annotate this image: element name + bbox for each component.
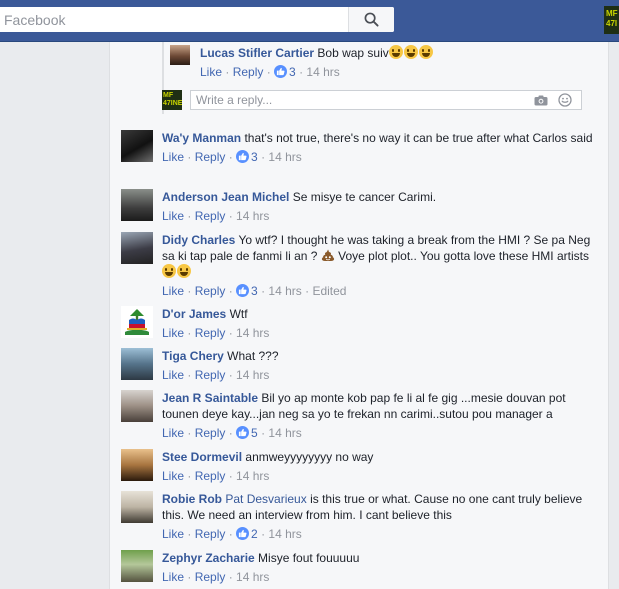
avatar[interactable] xyxy=(121,550,153,582)
timestamp[interactable]: 14 hrs xyxy=(236,570,269,584)
comment-author[interactable]: Stee Dormevil xyxy=(162,450,242,464)
timestamp[interactable]: 14 hrs xyxy=(306,65,339,79)
laughing-emoji-icon xyxy=(403,45,418,59)
reply-link[interactable]: Reply xyxy=(195,527,226,541)
comments-panel: Lucas Stifler Cartier Bob wap suiv Like … xyxy=(109,42,609,589)
avatar[interactable] xyxy=(121,306,153,338)
laughing-emoji-icon xyxy=(418,45,433,59)
reply-link[interactable]: Reply xyxy=(195,570,226,584)
thumbs-up-icon xyxy=(236,527,250,540)
comment-text: Wtf xyxy=(229,307,248,321)
comment-author[interactable]: Didy Charles xyxy=(162,233,235,247)
reply-field[interactable] xyxy=(190,90,582,110)
comment-text-continued: Voye plot plot.. You gotta love these HM… xyxy=(338,249,589,263)
timestamp[interactable]: 14 hrs xyxy=(268,284,301,298)
comment-text: that's not true, there's no way it can b… xyxy=(244,131,593,145)
reaction-count[interactable]: 3 xyxy=(274,65,296,79)
avatar[interactable] xyxy=(170,45,190,65)
comment-text: Se misye te cancer Carimi. xyxy=(292,190,437,204)
like-link[interactable]: Like xyxy=(162,326,184,340)
comment-author[interactable]: D'or James xyxy=(162,307,226,321)
comment-author[interactable]: Wa'y Manman xyxy=(162,131,241,145)
reply-link[interactable]: Reply xyxy=(195,209,226,223)
profile-avatar[interactable]: MF 47I xyxy=(604,6,619,34)
comment-author[interactable]: Tiga Chery xyxy=(162,349,224,363)
reaction-count[interactable]: 3 xyxy=(236,150,258,164)
reply-link[interactable]: Reply xyxy=(195,326,226,340)
thumbs-up-icon xyxy=(236,426,250,439)
reaction-count[interactable]: 5 xyxy=(236,426,258,440)
reply-link[interactable]: Reply xyxy=(195,469,226,483)
search-input[interactable] xyxy=(0,7,348,32)
reply-link[interactable]: Reply xyxy=(195,368,226,382)
timestamp[interactable]: 14 hrs xyxy=(268,426,301,440)
search-button[interactable] xyxy=(348,7,394,32)
like-link[interactable]: Like xyxy=(162,570,184,584)
mention-link[interactable]: Pat Desvarieux xyxy=(225,492,306,506)
like-link[interactable]: Like xyxy=(162,426,184,440)
avatar[interactable] xyxy=(121,491,153,523)
timestamp[interactable]: 14 hrs xyxy=(268,527,301,541)
timestamp[interactable]: 14 hrs xyxy=(236,209,269,223)
avatar[interactable] xyxy=(121,348,153,380)
reply-link[interactable]: Reply xyxy=(195,426,226,440)
search-bar xyxy=(0,7,394,32)
avatar[interactable] xyxy=(121,189,153,221)
top-bar: MF 47I xyxy=(0,0,619,42)
reaction-count[interactable]: 2 xyxy=(236,527,258,541)
avatar[interactable] xyxy=(121,390,153,422)
comment-text: anmweyyyyyyyy no way xyxy=(245,450,374,464)
poop-emoji-icon xyxy=(321,249,335,262)
laughing-emoji-icon xyxy=(177,264,191,278)
emoji-icon[interactable] xyxy=(557,93,573,107)
reaction-count[interactable]: 3 xyxy=(236,284,258,298)
comment-text: What ??? xyxy=(227,349,279,363)
like-link[interactable]: Like xyxy=(162,209,184,223)
camera-icon[interactable] xyxy=(533,93,549,107)
like-link[interactable]: Like xyxy=(162,527,184,541)
comment-author[interactable]: Lucas Stifler Cartier xyxy=(200,46,314,60)
edited-label[interactable]: Edited xyxy=(312,284,346,298)
like-link[interactable]: Like xyxy=(162,150,184,164)
timestamp[interactable]: 14 hrs xyxy=(236,469,269,483)
avatar[interactable] xyxy=(121,449,153,481)
reply-link[interactable]: Reply xyxy=(233,65,264,79)
comment-author[interactable]: Anderson Jean Michel xyxy=(162,190,289,204)
reply-link[interactable]: Reply xyxy=(195,150,226,164)
comment-author[interactable]: Zephyr Zacharie xyxy=(162,551,255,565)
like-link[interactable]: Like xyxy=(162,368,184,382)
comment-text: Misye fout fouuuuu xyxy=(258,551,360,565)
like-link[interactable]: Like xyxy=(162,469,184,483)
comment-author[interactable]: Robie Rob xyxy=(162,492,222,506)
search-icon xyxy=(364,12,379,27)
avatar[interactable] xyxy=(121,130,153,162)
reply-input[interactable] xyxy=(191,93,533,107)
thumbs-up-icon xyxy=(274,65,288,78)
comment-author[interactable]: Jean R Saintable xyxy=(162,391,258,405)
reply-link[interactable]: Reply xyxy=(195,284,226,298)
thumbs-up-icon xyxy=(236,284,250,297)
laughing-emoji-icon xyxy=(162,264,176,278)
timestamp[interactable]: 14 hrs xyxy=(236,368,269,382)
timestamp[interactable]: 14 hrs xyxy=(236,326,269,340)
reply-box: MF 47INE xyxy=(162,90,582,114)
like-link[interactable]: Like xyxy=(200,65,222,79)
laughing-emoji-icon xyxy=(388,45,403,59)
like-link[interactable]: Like xyxy=(162,284,184,298)
coat-of-arms-icon xyxy=(125,309,149,335)
reply-avatar: MF 47INE xyxy=(162,90,182,110)
timestamp[interactable]: 14 hrs xyxy=(268,150,301,164)
avatar[interactable] xyxy=(121,232,153,264)
thumbs-up-icon xyxy=(236,150,250,163)
comment-text: Bob wap suiv xyxy=(317,46,389,60)
